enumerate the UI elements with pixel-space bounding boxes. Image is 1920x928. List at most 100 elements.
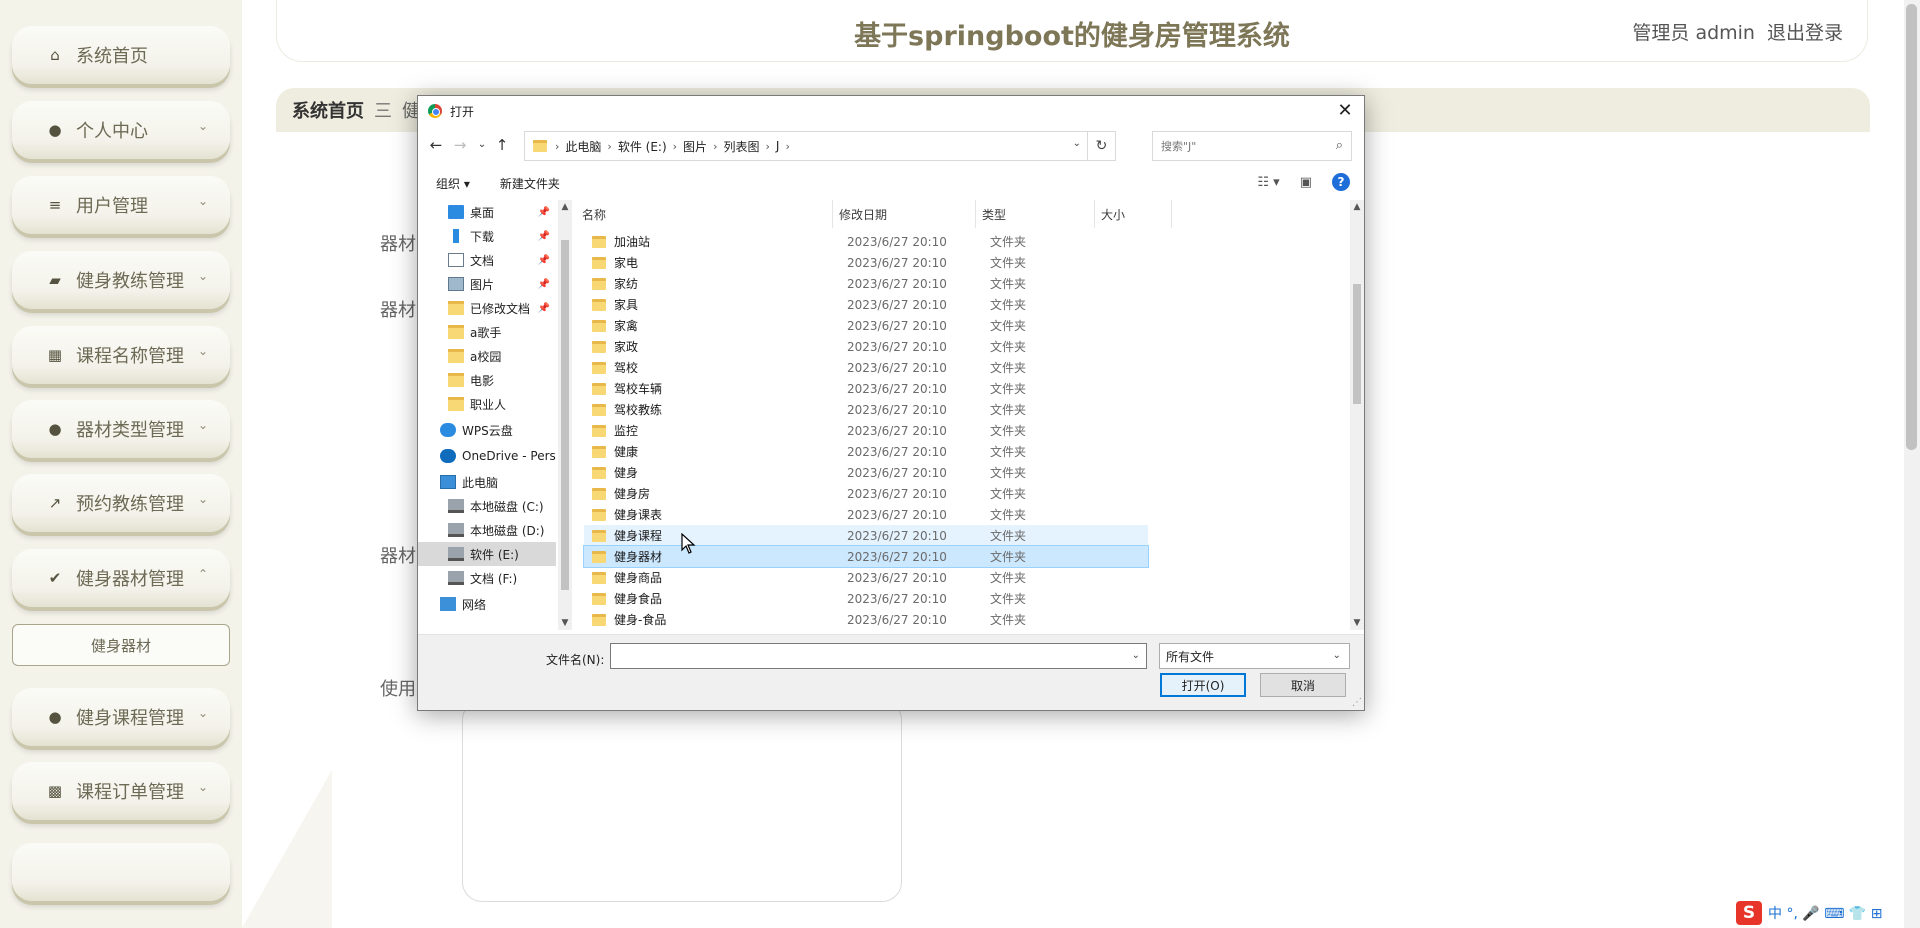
chevron-down-icon[interactable]: ⌄ bbox=[1132, 650, 1140, 661]
column-header-size[interactable]: 大小 bbox=[1095, 200, 1172, 228]
cancel-button[interactable]: 取消 bbox=[1260, 673, 1346, 697]
address-crumb[interactable]: J bbox=[776, 139, 780, 153]
file-row[interactable]: 监控 2023/6/27 20:10 文件夹 bbox=[584, 420, 1148, 441]
filename-input[interactable]: ⌄ bbox=[610, 643, 1147, 669]
sidebar-item[interactable]: ↗ 预约教练管理 ⌄ bbox=[12, 474, 230, 532]
sidebar-item[interactable]: ▩ 课程订单管理 ⌄ bbox=[12, 762, 230, 820]
sidebar-item[interactable] bbox=[12, 843, 230, 901]
forward-arrow-icon[interactable]: → bbox=[450, 135, 470, 155]
ime-status[interactable]: 中 °, 🎤 ⌨ 👕 ⊞ bbox=[1768, 903, 1883, 923]
file-row[interactable]: 健身房 2023/6/27 20:10 文件夹 bbox=[584, 483, 1148, 504]
nav-pane-item[interactable]: 本地磁盘 (C:) bbox=[418, 494, 556, 518]
file-row[interactable]: 驾校教练 2023/6/27 20:10 文件夹 bbox=[584, 399, 1148, 420]
close-icon[interactable]: ✕ bbox=[1334, 100, 1356, 122]
nav-pane-item[interactable]: OneDrive - Pers bbox=[418, 444, 556, 468]
nav-pane-item[interactable]: 软件 (E:) bbox=[418, 542, 556, 566]
sogou-logo-icon[interactable]: S bbox=[1736, 901, 1762, 925]
scroll-up-icon[interactable]: ▲ bbox=[1350, 202, 1364, 212]
nav-pane-item[interactable]: 本地磁盘 (D:) bbox=[418, 518, 556, 542]
pin-icon[interactable]: 📌 bbox=[538, 303, 550, 314]
file-row[interactable]: 家电 2023/6/27 20:10 文件夹 bbox=[584, 252, 1148, 273]
file-row[interactable]: 健身课程 2023/6/27 20:10 文件夹 bbox=[584, 525, 1148, 546]
file-row[interactable]: 家纺 2023/6/27 20:10 文件夹 bbox=[584, 273, 1148, 294]
search-input[interactable]: 搜索"J" ⌕ bbox=[1152, 131, 1352, 161]
nav-pane-item[interactable]: a校园 bbox=[418, 344, 556, 368]
page-scrollbar-thumb[interactable] bbox=[1906, 4, 1917, 450]
nav-pane-item[interactable]: a歌手 bbox=[418, 320, 556, 344]
address-crumb[interactable]: 图片 bbox=[683, 138, 707, 155]
sidebar-item[interactable]: ✔ 健身器材管理 ⌃ bbox=[12, 549, 230, 607]
new-folder-button[interactable]: 新建文件夹 bbox=[500, 175, 560, 192]
nav-pane-item[interactable]: 桌面 📌 bbox=[418, 200, 556, 224]
file-row[interactable]: 加油站 2023/6/27 20:10 文件夹 bbox=[584, 231, 1148, 252]
file-row[interactable]: 健康 2023/6/27 20:10 文件夹 bbox=[584, 441, 1148, 462]
filetype-select[interactable]: 所有文件 ⌄ bbox=[1159, 643, 1350, 669]
organize-button[interactable]: 组织 ▾ bbox=[436, 175, 470, 192]
nav-pane-item[interactable]: 下载 📌 bbox=[418, 224, 556, 248]
address-crumb[interactable]: 软件 (E:) bbox=[618, 138, 667, 155]
search-icon[interactable]: ⌕ bbox=[1336, 138, 1343, 153]
recent-locations-chevron-icon[interactable]: ⌄ bbox=[472, 135, 492, 155]
up-arrow-icon[interactable]: ↑ bbox=[492, 135, 512, 155]
address-bar[interactable]: › 此电脑 › 软件 (E:) › 图片 › 列表图 › J › ⌄ ↻ bbox=[524, 131, 1116, 161]
nav-pane-item[interactable]: WPS云盘 bbox=[418, 418, 556, 442]
dialog-titlebar[interactable]: 打开 ✕ bbox=[418, 96, 1364, 126]
nav-pane-item[interactable]: 文档 (F:) bbox=[418, 566, 556, 590]
column-header-name[interactable]: 名称 ⌃ bbox=[576, 200, 833, 228]
nav-pane-item[interactable]: 职业人 bbox=[418, 392, 556, 416]
sidebar-item[interactable]: ⌂ 系统首页 bbox=[12, 26, 230, 84]
file-row[interactable]: 健身课表 2023/6/27 20:10 文件夹 bbox=[584, 504, 1148, 525]
file-scrollbar-thumb[interactable] bbox=[1353, 284, 1361, 404]
sidebar-item[interactable]: ▰ 健身教练管理 ⌄ bbox=[12, 251, 230, 309]
nav-pane-item[interactable]: 网络 bbox=[418, 592, 556, 616]
sidebar-item[interactable]: ● 器材类型管理 ⌄ bbox=[12, 400, 230, 458]
submenu-item-fitness-equipment[interactable]: 健身器材 bbox=[12, 624, 230, 666]
file-row[interactable]: 健身 2023/6/27 20:10 文件夹 bbox=[584, 462, 1148, 483]
nav-scrollbar-thumb[interactable] bbox=[561, 240, 569, 590]
pin-icon[interactable]: 📌 bbox=[538, 279, 550, 290]
address-crumb[interactable]: 列表图 bbox=[723, 138, 759, 155]
column-header-type[interactable]: 类型 bbox=[976, 200, 1095, 228]
chevron-down-icon[interactable]: ⌄ bbox=[1073, 138, 1081, 149]
file-row[interactable]: 家政 2023/6/27 20:10 文件夹 bbox=[584, 336, 1148, 357]
nav-pane-item[interactable]: 文档 📌 bbox=[418, 248, 556, 272]
resize-grip-icon[interactable]: ⋰ bbox=[1352, 697, 1362, 708]
logout-link[interactable]: 退出登录 bbox=[1767, 18, 1843, 45]
pin-icon[interactable]: 📌 bbox=[538, 231, 550, 242]
file-row[interactable]: 健身商品 2023/6/27 20:10 文件夹 bbox=[584, 567, 1148, 588]
view-options-icon[interactable]: ☷ ▾ bbox=[1257, 175, 1279, 190]
refresh-icon[interactable]: ↻ bbox=[1087, 132, 1115, 160]
sidebar-item[interactable]: ▦ 课程名称管理 ⌄ bbox=[12, 326, 230, 384]
nav-pane-item[interactable]: 此电脑 bbox=[418, 470, 556, 494]
pin-icon[interactable]: 📌 bbox=[538, 207, 550, 218]
page-scrollbar[interactable] bbox=[1904, 0, 1920, 928]
file-list-scrollbar[interactable]: ▲ ▼ bbox=[1350, 200, 1364, 630]
file-row[interactable]: 驾校车辆 2023/6/27 20:10 文件夹 bbox=[584, 378, 1148, 399]
sidebar-item[interactable]: ● 健身课程管理 ⌄ bbox=[12, 688, 230, 746]
chevron-down-icon[interactable]: ⌄ bbox=[1333, 650, 1341, 661]
nav-pane-item[interactable]: 已修改文档 📌 bbox=[418, 296, 556, 320]
scroll-up-icon[interactable]: ▲ bbox=[558, 202, 572, 212]
file-row[interactable]: 健身-食品 2023/6/27 20:10 文件夹 bbox=[584, 609, 1148, 630]
scroll-down-icon[interactable]: ▼ bbox=[558, 618, 572, 628]
sidebar-item[interactable]: ● 个人中心 ⌄ bbox=[12, 101, 230, 159]
sidebar-item[interactable]: ≡ 用户管理 ⌄ bbox=[12, 176, 230, 234]
open-button[interactable]: 打开(O) bbox=[1160, 673, 1246, 697]
preview-pane-icon[interactable]: ▣ bbox=[1300, 175, 1312, 190]
file-row[interactable]: 驾校 2023/6/27 20:10 文件夹 bbox=[584, 357, 1148, 378]
pin-icon[interactable]: 📌 bbox=[538, 255, 550, 266]
description-textarea[interactable] bbox=[462, 700, 902, 902]
breadcrumb-home[interactable]: 系统首页 bbox=[292, 97, 364, 123]
nav-pane-item[interactable]: 电影 bbox=[418, 368, 556, 392]
ime-toolbar[interactable]: S 中 °, 🎤 ⌨ 👕 ⊞ bbox=[1736, 898, 1920, 928]
file-row[interactable]: 健身食品 2023/6/27 20:10 文件夹 bbox=[584, 588, 1148, 609]
address-crumb[interactable]: 此电脑 bbox=[565, 138, 601, 155]
help-icon[interactable]: ? bbox=[1332, 173, 1350, 191]
file-row[interactable]: 家禽 2023/6/27 20:10 文件夹 bbox=[584, 315, 1148, 336]
scroll-down-icon[interactable]: ▼ bbox=[1350, 618, 1364, 628]
nav-pane-item[interactable]: 图片 📌 bbox=[418, 272, 556, 296]
column-header-date[interactable]: 修改日期 bbox=[833, 200, 976, 228]
file-row[interactable]: 家具 2023/6/27 20:10 文件夹 bbox=[584, 294, 1148, 315]
back-arrow-icon[interactable]: ← bbox=[426, 135, 446, 155]
nav-pane-scrollbar[interactable]: ▲ ▼ bbox=[558, 200, 572, 630]
